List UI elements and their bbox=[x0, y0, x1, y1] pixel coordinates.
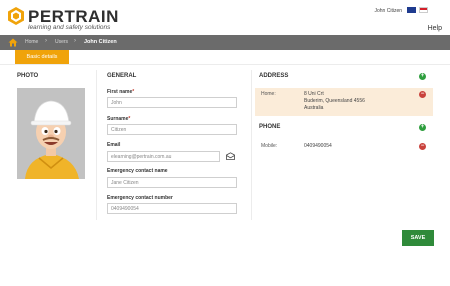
address-type-label: Home: bbox=[261, 91, 276, 97]
remove-phone-button[interactable]: − bbox=[419, 143, 426, 150]
surname-field[interactable]: Citizen bbox=[107, 124, 237, 135]
home-icon[interactable] bbox=[8, 38, 18, 47]
pertrain-logo-icon bbox=[8, 7, 24, 25]
address-line-2: Buderim, Queensland 4556 bbox=[304, 98, 365, 104]
indonesia-flag-icon[interactable] bbox=[419, 7, 428, 13]
phone-number: 0409490054 bbox=[304, 143, 332, 149]
help-link[interactable]: Help bbox=[428, 25, 442, 32]
address-line-1: 8 Uni Crt bbox=[304, 91, 324, 97]
breadcrumb-users[interactable]: Users bbox=[55, 39, 68, 45]
address-line-3: Australia bbox=[304, 105, 324, 111]
remove-address-button[interactable]: − bbox=[419, 91, 426, 98]
general-title: GENERAL bbox=[107, 73, 137, 79]
surname-label: Surname* bbox=[107, 116, 131, 122]
brand-tagline: learning and safety solutions bbox=[28, 24, 111, 31]
emergency-number-label: Emergency contact number bbox=[107, 195, 173, 201]
first-name-field[interactable]: John bbox=[107, 97, 237, 108]
emergency-number-field[interactable]: 0409490054 bbox=[107, 203, 237, 214]
breadcrumb-separator-icon: › bbox=[74, 38, 76, 44]
address-title: ADDRESS bbox=[259, 73, 289, 79]
add-phone-button[interactable]: + bbox=[419, 124, 426, 131]
emergency-name-label: Emergency contact name bbox=[107, 168, 168, 174]
breadcrumb-current: John Citizen bbox=[84, 38, 117, 45]
australia-flag-icon[interactable] bbox=[407, 7, 416, 13]
email-label: Email bbox=[107, 142, 121, 148]
column-divider bbox=[251, 70, 252, 220]
add-address-button[interactable]: + bbox=[419, 73, 426, 80]
profile-photo[interactable] bbox=[17, 88, 85, 179]
send-email-icon[interactable] bbox=[226, 152, 235, 160]
user-name[interactable]: John Citizen bbox=[374, 8, 402, 14]
first-name-label: First name* bbox=[107, 89, 135, 95]
phone-type-label: Mobile: bbox=[261, 143, 278, 149]
emergency-name-field[interactable]: Jane Citizen bbox=[107, 177, 237, 188]
breadcrumb-separator-icon: › bbox=[45, 38, 47, 44]
email-field[interactable]: elearning@pertrain.com.au bbox=[107, 151, 220, 162]
save-button[interactable]: SAVE bbox=[402, 230, 434, 246]
breadcrumb-home[interactable]: Home bbox=[25, 39, 38, 45]
tab-basic-details[interactable]: Basic details bbox=[15, 50, 69, 64]
column-divider bbox=[96, 70, 97, 220]
tab-rule bbox=[0, 64, 450, 65]
avatar bbox=[17, 88, 85, 179]
photo-title: PHOTO bbox=[17, 73, 39, 79]
phone-title: PHONE bbox=[259, 124, 281, 130]
